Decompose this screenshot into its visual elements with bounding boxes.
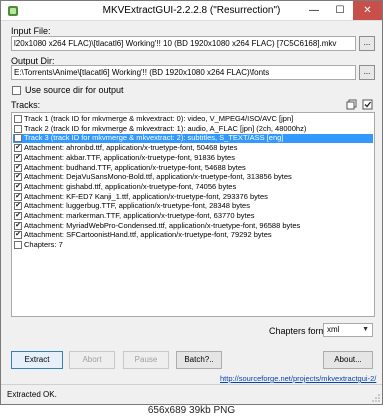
title-bar[interactable]: MKVExtractGUI-2.2.2.8 ("Resurrection") —… <box>1 1 382 21</box>
track-label: Attachment: budhand.TTF, application/x-t… <box>24 162 246 172</box>
track-label: Track 2 (track ID for mkvmerge & mkvextr… <box>24 123 307 133</box>
abort-button[interactable]: Abort <box>69 351 115 369</box>
chapters-format-value: xml <box>327 325 340 334</box>
copy-icon[interactable] <box>346 99 357 110</box>
track-checkbox[interactable]: ✔ <box>14 173 22 182</box>
minimize-button[interactable]: — <box>301 1 327 20</box>
check-all-icon[interactable] <box>362 99 373 110</box>
track-row[interactable]: ✔ Attachment: DejaVuSansMono-Bold.ttf, ap… <box>13 172 373 182</box>
track-checkbox[interactable]: ✔ <box>14 221 22 230</box>
track-row[interactable]: ✔ Attachment: luggerbug.TTF, application/… <box>13 201 373 211</box>
track-label: Attachment: gishabd.ttf, application/x-t… <box>24 181 237 191</box>
about-button[interactable]: About... <box>323 351 373 369</box>
track-label: Attachment: SFCartoonistHand.ttf, applic… <box>24 230 272 240</box>
use-source-dir-label: Use source dir for output <box>25 85 124 95</box>
track-checkbox[interactable] <box>14 241 22 250</box>
input-file-field[interactable]: l20x1080 x264 FLAC)\[tlacatl6] Working'!… <box>11 36 356 51</box>
track-row[interactable]: ✔ Attachment: ahronbd.ttf, application/x-… <box>13 143 373 153</box>
track-label: Attachment: KF-ED7 Kanji_1.ttf, applicat… <box>24 191 268 201</box>
status-bar: Extracted OK. <box>1 384 382 404</box>
sourceforge-link[interactable]: http://sourceforge.net/projects/mkvextra… <box>220 374 376 383</box>
track-checkbox[interactable]: ✔ <box>14 153 22 162</box>
track-checkbox[interactable]: ✔ <box>14 182 22 191</box>
track-label: Attachment: MyriadWebPro-Condensed.ttf, … <box>24 220 301 230</box>
track-row[interactable]: Track 3 (track ID for mkvmerge & mkvextr… <box>13 133 373 144</box>
tracks-list[interactable]: Track 1 (track ID for mkvmerge & mkvextr… <box>11 112 375 317</box>
track-checkbox[interactable]: ✔ <box>14 192 22 201</box>
track-label: Attachment: akbar.TTF, application/x-tru… <box>24 152 235 162</box>
chapters-format-select[interactable]: xml ▼ <box>323 323 373 337</box>
track-checkbox[interactable]: ✔ <box>14 202 22 211</box>
track-row[interactable]: Track 2 (track ID for mkvmerge & mkvextr… <box>13 123 373 134</box>
extract-button[interactable]: Extract <box>11 351 63 369</box>
app-window: MKVExtractGUI-2.2.2.8 ("Resurrection") —… <box>0 0 383 405</box>
image-caption: 656x689 39kb PNG <box>0 405 383 417</box>
track-row[interactable]: Track 1 (track ID for mkvmerge & mkvextr… <box>13 114 373 124</box>
track-label: Attachment: luggerbug.TTF, application/x… <box>24 201 250 211</box>
track-row[interactable]: ✔ Attachment: markerman.TTF, application/… <box>13 211 373 221</box>
track-label: Attachment: DejaVuSansMono-Bold.ttf, app… <box>24 172 292 182</box>
track-checkbox[interactable]: ✔ <box>14 144 22 153</box>
tracks-label: Tracks: <box>11 100 41 110</box>
track-row[interactable]: ✔ Attachment: MyriadWebPro-Condensed.ttf,… <box>13 220 373 231</box>
close-button[interactable]: ✕ <box>353 1 382 20</box>
track-label: Chapters: 7 <box>24 240 63 250</box>
track-checkbox[interactable] <box>14 115 22 123</box>
track-label: Attachment: markerman.TTF, application/x… <box>24 211 255 220</box>
pause-button[interactable]: Pause <box>123 351 169 369</box>
output-dir-browse-button[interactable]: ... <box>359 65 375 80</box>
status-text: Extracted OK. <box>7 390 57 399</box>
maximize-button[interactable]: ☐ <box>327 1 353 20</box>
track-row[interactable]: ✔ Attachment: akbar.TTF, application/x-tr… <box>13 152 373 163</box>
track-label: Track 3 (track ID for mkvmerge & mkvextr… <box>24 133 284 143</box>
use-source-dir-checkbox[interactable] <box>12 86 21 95</box>
track-label: Attachment: ahronbd.ttf, application/x-t… <box>24 143 238 153</box>
track-checkbox[interactable]: ✔ <box>14 231 22 240</box>
track-row[interactable]: ✔ Attachment: SFCartoonistHand.ttf, appli… <box>13 230 373 240</box>
track-checkbox[interactable] <box>14 124 22 133</box>
input-file-browse-button[interactable]: ... <box>359 36 375 51</box>
track-checkbox[interactable]: ✔ <box>14 212 22 220</box>
batch-button[interactable]: Batch?.. <box>176 351 222 369</box>
track-row[interactable]: ✔ Attachment: KF-ED7 Kanji_1.ttf, applica… <box>13 191 373 202</box>
track-checkbox[interactable] <box>14 134 22 143</box>
track-row[interactable]: Chapters: 7 <box>13 240 373 250</box>
track-row[interactable]: ✔ Attachment: gishabd.ttf, application/x-… <box>13 181 373 192</box>
output-dir-field[interactable]: E:\Torrents\Anime\[tlacatl6] Working'!! … <box>11 65 356 80</box>
track-row[interactable]: ✔ Attachment: budhand.TTF, application/x-… <box>13 162 373 173</box>
input-file-label: Input File: <box>11 26 51 36</box>
resize-grip-icon[interactable] <box>372 394 380 402</box>
chevron-down-icon: ▼ <box>362 326 369 333</box>
track-label: Track 1 (track ID for mkvmerge & mkvextr… <box>24 114 294 123</box>
track-checkbox[interactable]: ✔ <box>14 163 22 172</box>
